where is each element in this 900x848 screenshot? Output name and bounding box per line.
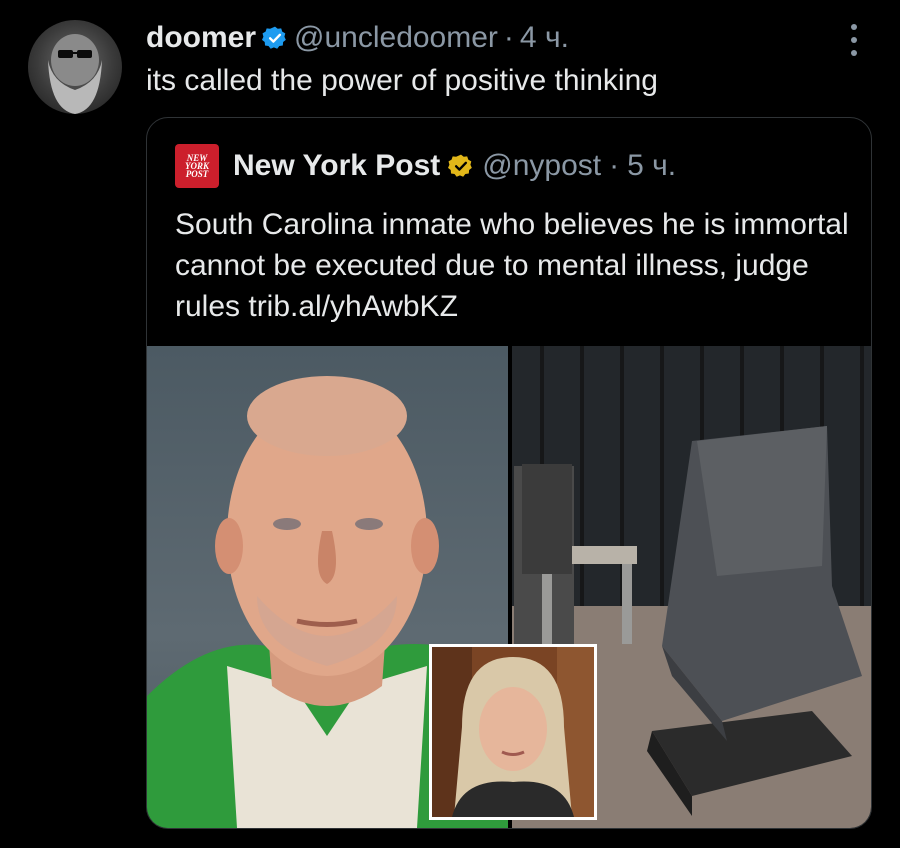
author-avatar[interactable] — [28, 20, 122, 114]
media-image[interactable] — [147, 346, 871, 828]
avatar-image — [48, 34, 102, 114]
quoted-author-handle[interactable]: @nypost — [482, 149, 601, 183]
tweet-text: its called the power of positive thinkin… — [146, 64, 658, 97]
quoted-author-name[interactable]: New York Post — [233, 149, 440, 183]
tweet-header: doomer @uncledoomer · 4 ч. — [146, 18, 569, 58]
gold-verified-badge-icon — [448, 154, 473, 177]
quoted-tweet-header: NEW YORK POST New York Post @nypost · 5 … — [175, 144, 676, 188]
author-name[interactable]: doomer — [146, 21, 256, 55]
tweet-timestamp[interactable]: 4 ч. — [520, 21, 569, 55]
inset-judge-photo — [429, 644, 597, 820]
quoted-timestamp[interactable]: 5 ч. — [627, 149, 676, 183]
nypost-logo-avatar[interactable]: NEW YORK POST — [175, 144, 219, 188]
separator-dot: · — [503, 21, 514, 54]
verified-badge-icon — [262, 26, 286, 49]
article-link[interactable]: trib.al/yhAwbKZ — [248, 290, 458, 323]
author-handle[interactable]: @uncledoomer — [294, 21, 498, 55]
separator-dot: · — [609, 149, 620, 182]
quoted-tweet-card[interactable]: NEW YORK POST New York Post @nypost · 5 … — [146, 117, 872, 829]
quoted-tweet-text: South Carolina inmate who believes he is… — [175, 204, 855, 327]
more-options-icon[interactable] — [842, 24, 866, 56]
